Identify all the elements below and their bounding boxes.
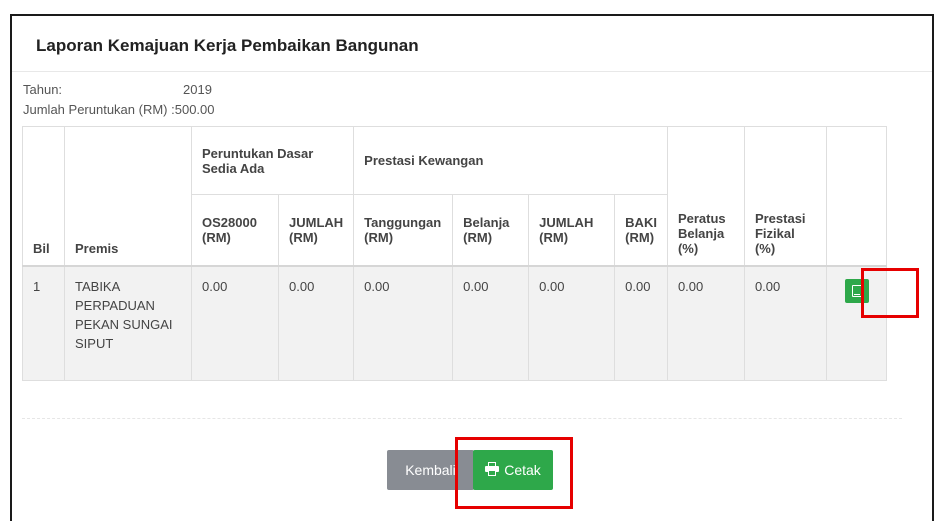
col-action [825,126,887,267]
allocation-row: Jumlah Peruntukan (RM) :500.00 [23,100,215,120]
highlight-box-print [455,437,573,509]
cell-premis: TABIKA PERPADUAN PEKAN SUNGAI SIPUT [64,265,192,381]
table-row: 1 TABIKA PERPADUAN PEKAN SUNGAI SIPUT 0.… [22,265,887,381]
allocation-value: 500.00 [174,102,215,117]
col-bil: Bil [22,126,65,267]
group-prestasi-kewangan: Prestasi Kewangan [353,126,668,195]
cell-baki: 0.00 [614,265,668,381]
year-value: 2019 [183,82,212,97]
divider [22,418,902,419]
table-header-row-1: Bil Premis Peruntukan Dasar Sedia Ada Pr… [22,126,887,267]
col-os28000: OS28000 (RM) [191,194,279,267]
year-label: Tahun: [23,82,63,97]
cell-prestasi-fizikal: 0.00 [743,265,827,381]
cell-jumlah-peruntukan: 0.00 [277,265,355,381]
col-prestasi-fizikal: Prestasi Fizikal (%) [743,126,827,267]
allocation-label: Jumlah Peruntukan (RM) : [23,102,175,117]
year-row: Tahun: 2019 [23,80,215,100]
col-baki: BAKI (RM) [614,194,668,267]
cell-jumlah-prestasi: 0.00 [528,265,616,381]
col-peratus-belanja: Peratus Belanja (%) [666,126,745,267]
col-jumlah-prestasi: JUMLAH (RM) [528,194,616,267]
col-belanja: Belanja (RM) [452,194,530,267]
page-title: Laporan Kemajuan Kerja Pembaikan Banguna… [36,36,419,55]
cell-tanggungan: 0.00 [353,265,454,381]
highlight-box-action [861,268,919,318]
report-info: Tahun: 2019 Jumlah Peruntukan (RM) :500.… [23,80,215,120]
col-tanggungan: Tanggungan (RM) [353,194,454,267]
cell-belanja: 0.00 [452,265,530,381]
progress-table: Bil Premis Peruntukan Dasar Sedia Ada Pr… [22,126,887,381]
panel-header: Laporan Kemajuan Kerja Pembaikan Banguna… [12,16,932,72]
cell-bil: 1 [22,265,65,381]
group-peruntukan: Peruntukan Dasar Sedia Ada [190,126,355,195]
cell-os28000: 0.00 [191,265,279,381]
col-premis: Premis [64,126,192,267]
col-jumlah-peruntukan: JUMLAH (RM) [277,194,355,267]
cell-peratus-belanja: 0.00 [666,265,745,381]
